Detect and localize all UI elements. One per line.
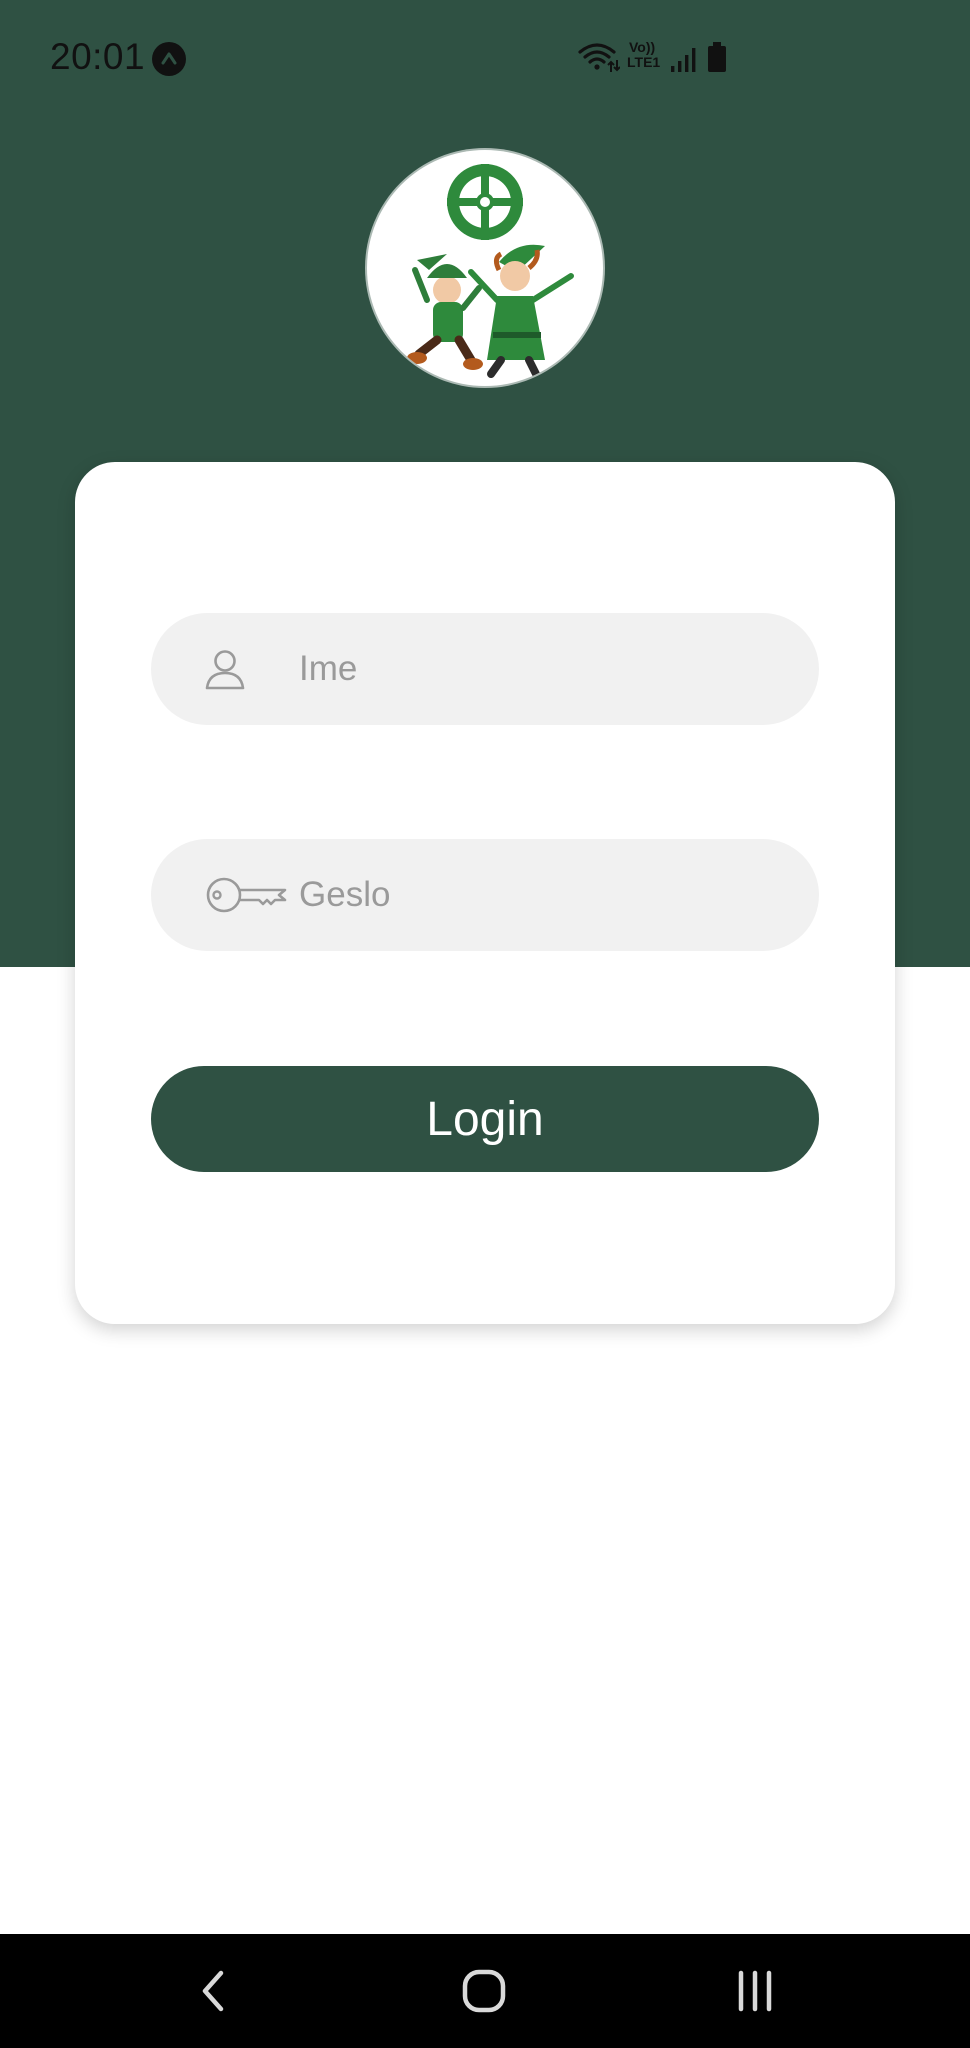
username-field[interactable] <box>151 613 819 725</box>
status-bar: 20:01 Vo)) LTE1 <box>0 0 970 115</box>
navigation-bar <box>0 1934 970 2048</box>
app-notification-icon <box>152 42 186 76</box>
battery-icon <box>708 42 726 72</box>
password-input[interactable] <box>299 839 779 951</box>
volte-label: Vo)) <box>629 39 656 55</box>
wifi-icon <box>578 43 620 72</box>
lte-label: LTE1 <box>627 54 661 70</box>
volte-lte-icon: Vo)) LTE1 <box>627 40 665 76</box>
status-time: 20:01 <box>50 36 146 77</box>
login-screen: 20:01 Vo)) LTE1 Ime Login <box>0 0 970 2048</box>
key-icon <box>205 839 287 951</box>
password-field[interactable] <box>151 839 819 951</box>
username-input[interactable] <box>299 613 779 725</box>
signal-icon <box>671 48 696 72</box>
elf-characters-logo <box>407 164 574 380</box>
recents-icon <box>738 1970 772 2012</box>
back-button[interactable] <box>153 1934 273 2048</box>
home-button[interactable] <box>424 1934 544 2048</box>
user-icon <box>203 613 247 725</box>
login-card: Login <box>75 462 895 1324</box>
recents-button[interactable] <box>695 1934 815 2048</box>
back-icon <box>202 1970 224 2012</box>
home-icon <box>462 1969 506 2013</box>
login-button[interactable]: Login <box>151 1066 819 1172</box>
app-logo <box>367 150 603 386</box>
